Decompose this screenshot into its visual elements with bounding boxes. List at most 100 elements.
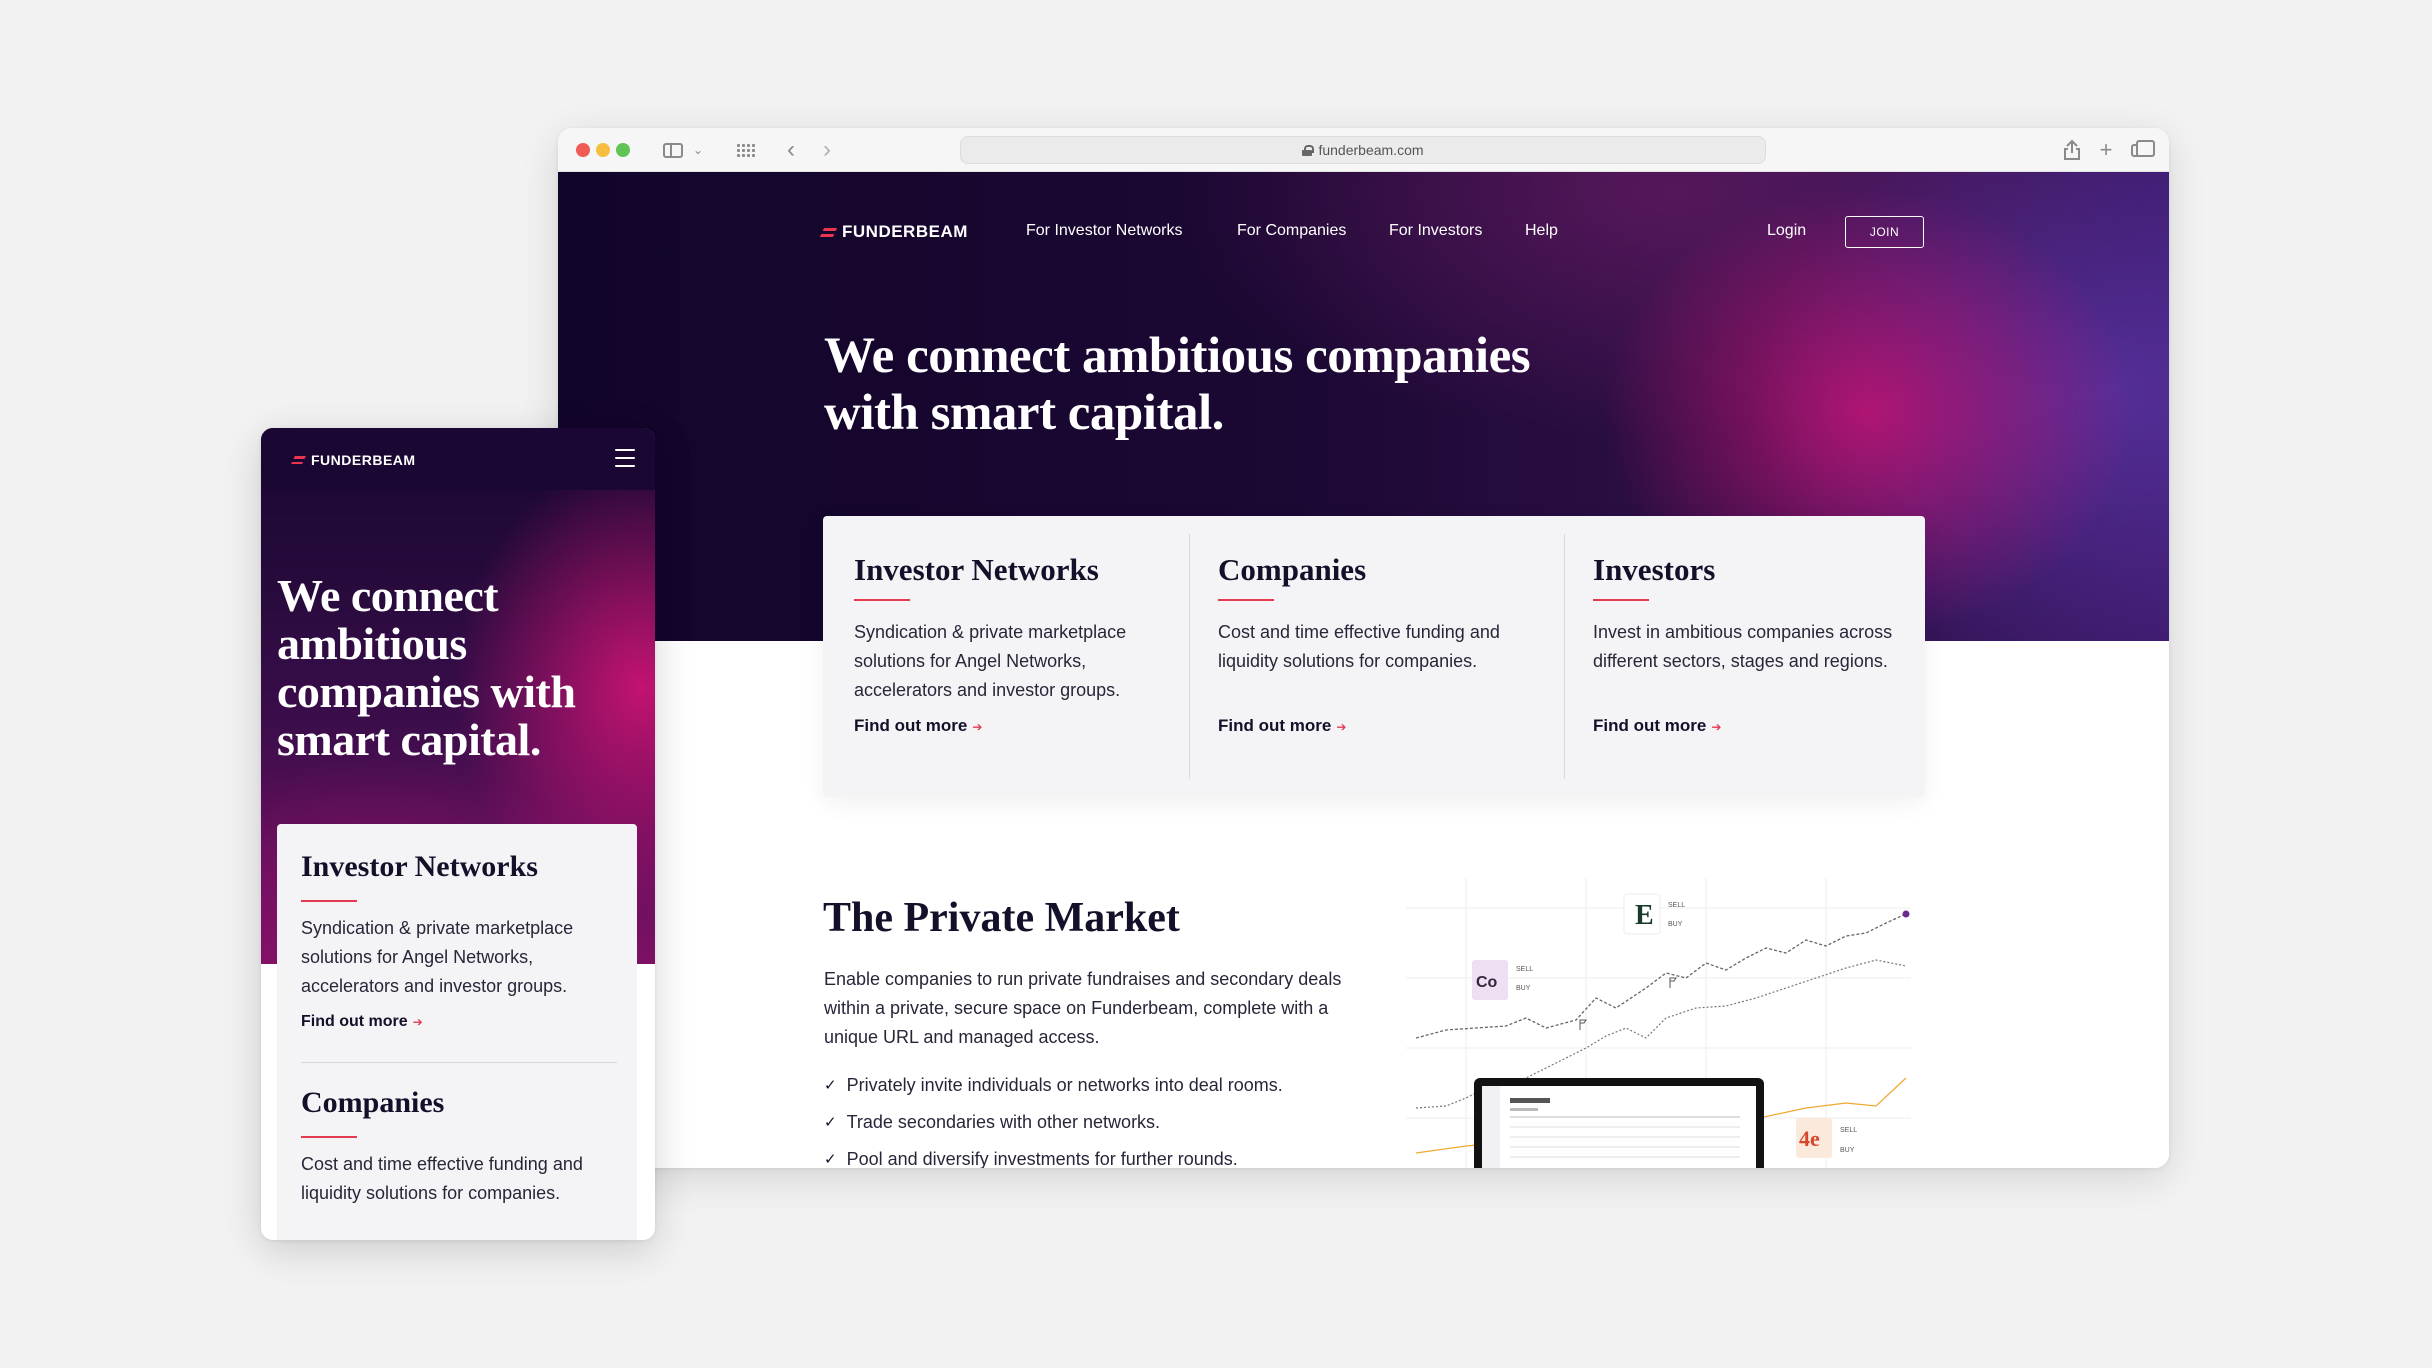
private-market-bullets: ✓ Privately invite individuals or network… — [824, 1067, 1283, 1168]
mobile-hero-headline: We connect ambitious companies with smar… — [277, 570, 576, 765]
card-description: Syndication & private marketplace soluti… — [854, 622, 1127, 700]
audience-cards: Investor Networks Syndication & private … — [823, 516, 1925, 797]
join-button[interactable]: JOIN — [1845, 216, 1924, 248]
card-accent-rule — [1593, 599, 1649, 601]
card-title: Investor Networks — [854, 552, 1099, 587]
nav-link-companies[interactable]: For Companies — [1237, 222, 1346, 240]
address-bar[interactable]: funderbeam.com — [960, 136, 1766, 164]
tile-co: Co SELL BUY — [1472, 960, 1533, 1000]
checkmark-icon: ✓ — [824, 1114, 837, 1131]
card-accent-rule — [301, 1136, 357, 1138]
funderbeam-logo[interactable]: FUNDERBEAM — [291, 452, 416, 468]
private-market-illustration: E SELL BUY Co SELL BUY 4e SELL BUY — [1406, 878, 1911, 1168]
logo-mark-icon — [819, 227, 838, 237]
list-item: ✓ Privately invite individuals or network… — [824, 1067, 1283, 1104]
mobile-card-divider — [301, 1062, 617, 1063]
card-investor-networks: Investor Networks Syndication & private … — [854, 516, 1172, 797]
card-companies: Companies Cost and time effective fundin… — [1218, 516, 1518, 797]
login-link[interactable]: Login — [1767, 222, 1806, 240]
mobile-card-companies: Companies Cost and time effective fundin… — [301, 1086, 617, 1208]
zoom-window-button[interactable] — [616, 143, 630, 157]
desktop-browser-window: ⌄ ‹ › funderbeam.com + FUNDERBEAM For In… — [558, 128, 2169, 1168]
forward-icon[interactable]: › — [818, 136, 836, 163]
tile-4e-label: 4e — [1799, 1126, 1820, 1151]
bullet-text: Privately invite individuals or networks… — [846, 1075, 1283, 1095]
card-description: Invest in ambitious companies across dif… — [1593, 622, 1893, 671]
card-description: Cost and time effective funding and liqu… — [1218, 622, 1500, 671]
find-out-more-link[interactable]: Find out more ➔ — [1593, 716, 1721, 736]
funderbeam-logo[interactable]: FUNDERBEAM — [819, 222, 968, 242]
tile-4e: 4e SELL BUY — [1796, 1118, 1857, 1158]
card-accent-rule — [854, 599, 910, 601]
hero-headline-line-2: with smart capital. — [824, 385, 1224, 441]
bullet-text: Pool and diversify investments for furth… — [846, 1149, 1238, 1168]
mobile-navigation: FUNDERBEAM — [261, 428, 655, 490]
card-title: Investor Networks — [301, 850, 538, 883]
card-investors: Investors Invest in ambitious companies … — [1593, 516, 1893, 797]
mobile-device-mockup: FUNDERBEAM We connect ambitious companie… — [261, 428, 655, 1240]
tile-4e-sell: SELL — [1840, 1127, 1857, 1134]
link-label: Find out more — [301, 1013, 408, 1030]
tile-e-label: E — [1635, 900, 1654, 931]
address-bar-url: funderbeam.com — [1318, 142, 1424, 158]
tile-e-buy: BUY — [1668, 921, 1683, 928]
private-market-title: The Private Market — [823, 895, 1180, 941]
bullet-text: Trade secondaries with other networks. — [846, 1112, 1161, 1132]
card-divider — [1564, 534, 1565, 779]
card-title: Investors — [1593, 552, 1716, 587]
flag-icon — [1579, 977, 1677, 1030]
card-description: Syndication & private marketplace soluti… — [301, 918, 574, 996]
tile-co-buy: BUY — [1516, 985, 1531, 992]
nav-link-investors[interactable]: For Investors — [1389, 222, 1482, 240]
chevron-down-icon[interactable]: ⌄ — [692, 138, 704, 162]
find-out-more-link[interactable]: Find out more ➔ — [854, 716, 982, 736]
minimize-window-button[interactable] — [596, 143, 610, 157]
list-item: ✓ Trade secondaries with other networks. — [824, 1104, 1283, 1141]
logo-wordmark: FUNDERBEAM — [311, 452, 416, 468]
top-navigation: FUNDERBEAM For Investor Networks For Com… — [558, 172, 2169, 288]
tile-e: E SELL BUY — [1623, 893, 1685, 935]
card-divider — [1189, 534, 1190, 779]
share-icon[interactable] — [2062, 138, 2082, 162]
hero-headline-line-1: We connect ambitious companies — [824, 328, 1531, 384]
close-window-button[interactable] — [576, 143, 590, 157]
new-tab-icon[interactable]: + — [2096, 137, 2116, 162]
laptop-mockup — [1474, 1078, 1764, 1168]
arrow-right-icon: ➔ — [972, 720, 983, 734]
checkmark-icon: ✓ — [824, 1151, 837, 1168]
find-out-more-link[interactable]: Find out more ➔ — [1218, 716, 1346, 736]
card-title: Companies — [1218, 552, 1367, 587]
link-label: Find out more — [854, 716, 968, 735]
nav-link-investor-networks[interactable]: For Investor Networks — [1026, 222, 1182, 240]
list-item: ✓ Pool and diversify investments for furt… — [824, 1141, 1283, 1168]
nav-link-help[interactable]: Help — [1525, 222, 1558, 240]
mobile-audience-card: Investor Networks Syndication & private … — [277, 824, 637, 1240]
sidebar-icon[interactable] — [662, 138, 684, 162]
grid-icon[interactable] — [734, 138, 758, 162]
card-accent-rule — [1218, 599, 1274, 601]
find-out-more-link[interactable]: Find out more ➔ — [301, 1013, 617, 1031]
card-title: Companies — [301, 1086, 445, 1119]
mobile-headline-line-3: companies with — [277, 666, 576, 717]
latest-price-dot — [1902, 910, 1910, 918]
mobile-card-investor-networks: Investor Networks Syndication & private … — [301, 850, 617, 1031]
mobile-headline-line-1: We connect — [277, 570, 499, 621]
tabs-icon[interactable] — [2126, 138, 2155, 162]
mobile-headline-line-2: ambitious — [277, 618, 467, 669]
card-accent-rule — [301, 900, 357, 902]
arrow-right-icon: ➔ — [412, 1015, 423, 1029]
arrow-right-icon: ➔ — [1336, 720, 1347, 734]
mobile-headline-line-4: smart capital. — [277, 714, 541, 765]
tile-co-sell: SELL — [1516, 966, 1533, 973]
browser-toolbar: ⌄ ‹ › funderbeam.com + — [558, 128, 2169, 172]
back-icon[interactable]: ‹ — [782, 136, 800, 163]
lock-icon — [1302, 144, 1315, 156]
hamburger-menu-icon[interactable] — [615, 449, 635, 467]
private-market-description: Enable companies to run private fundrais… — [824, 969, 1342, 1047]
desktop-page: FUNDERBEAM For Investor Networks For Com… — [558, 172, 2169, 1168]
link-label: Find out more — [1218, 716, 1332, 735]
card-description: Cost and time effective funding and liqu… — [301, 1154, 583, 1203]
tile-co-label: Co — [1476, 974, 1498, 991]
hero-headline: We connect ambitious companies with smar… — [824, 328, 1531, 442]
logo-mark-icon — [291, 456, 306, 464]
